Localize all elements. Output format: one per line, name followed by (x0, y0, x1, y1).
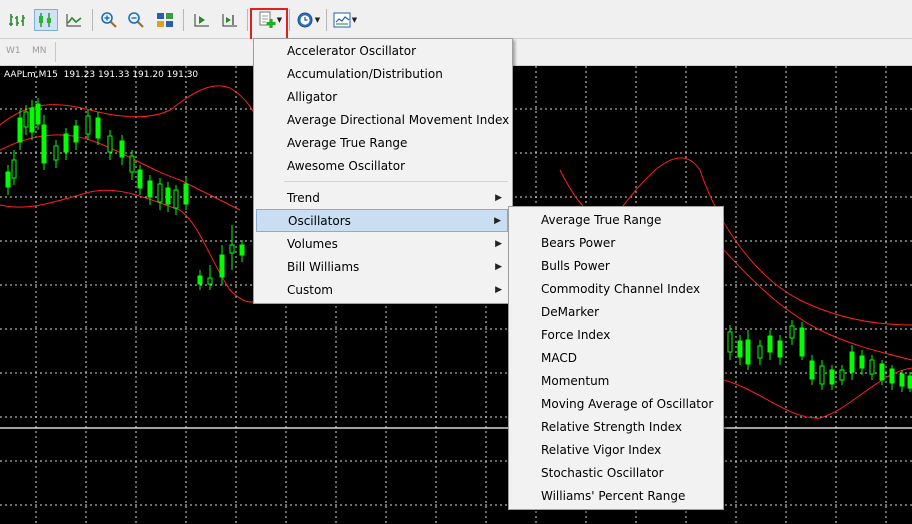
chart-symbol: AAPLm,M15 (4, 70, 58, 80)
candlestick-chart-icon[interactable] (34, 9, 58, 31)
auto-scroll-icon[interactable] (218, 9, 242, 31)
menu-separator (284, 181, 508, 182)
osc-cci[interactable]: Commodity Channel Index (541, 278, 700, 300)
chart-symbol-info: AAPLm,M15 191.23 191.33 191.20 191.30 (4, 70, 198, 80)
timeframe-mn[interactable]: MN (32, 46, 47, 56)
zoom-out-icon[interactable] (124, 9, 148, 31)
submenu-bill-williams[interactable]: Bill Williams ▶ (254, 256, 510, 278)
menu-item-awesome[interactable]: Awesome Oscillator (287, 155, 405, 177)
osc-bears-power[interactable]: Bears Power (541, 232, 615, 254)
templates-icon[interactable]: ▼ (330, 9, 360, 31)
chevron-right-icon: ▶ (494, 216, 501, 226)
submenu-volumes-label: Volumes (287, 237, 338, 251)
submenu-custom-label: Custom (287, 283, 333, 297)
chart-ohlc: 191.23 191.33 191.20 191.30 (63, 70, 199, 80)
submenu-volumes[interactable]: Volumes ▶ (254, 233, 510, 255)
submenu-bill-williams-label: Bill Williams (287, 260, 360, 274)
chevron-right-icon: ▶ (495, 193, 502, 203)
osc-rvi[interactable]: Relative Vigor Index (541, 439, 661, 461)
zoom-in-icon[interactable] (97, 9, 121, 31)
osc-bulls-power[interactable]: Bulls Power (541, 255, 610, 277)
osc-force-index[interactable]: Force Index (541, 324, 610, 346)
chart-shift-icon[interactable] (190, 9, 214, 31)
menu-item-alligator[interactable]: Alligator (287, 86, 337, 108)
bar-chart-icon[interactable] (5, 9, 29, 31)
toolbar: ▼ ▼ ▼ (0, 0, 912, 42)
indicators-icon[interactable]: ▼ (255, 9, 285, 31)
submenu-custom[interactable]: Custom ▶ (254, 279, 510, 301)
osc-rsi[interactable]: Relative Strength Index (541, 416, 682, 438)
osc-momentum[interactable]: Momentum (541, 370, 609, 392)
osc-williams-percent-range[interactable]: Williams' Percent Range (541, 485, 685, 507)
chevron-right-icon: ▶ (495, 262, 502, 272)
osc-stochastic[interactable]: Stochastic Oscillator (541, 462, 664, 484)
submenu-oscillators-label: Oscillators (288, 214, 351, 228)
oscillators-submenu: Average True Range Bears Power Bulls Pow… (508, 206, 724, 510)
chevron-right-icon: ▶ (495, 285, 502, 295)
osc-osma[interactable]: Moving Average of Oscillator (541, 393, 713, 415)
submenu-trend[interactable]: Trend ▶ (254, 187, 510, 209)
tile-windows-icon[interactable] (153, 9, 177, 31)
line-chart-icon[interactable] (62, 9, 86, 31)
indicator-menu: Accelerator Oscillator Accumulation/Dist… (253, 38, 513, 304)
submenu-oscillators[interactable]: Oscillators ▶ (256, 209, 508, 232)
osc-macd[interactable]: MACD (541, 347, 577, 369)
submenu-trend-label: Trend (287, 191, 320, 205)
menu-item-atr[interactable]: Average True Range (287, 132, 407, 154)
osc-average-true-range[interactable]: Average True Range (541, 209, 661, 231)
menu-item-accelerator[interactable]: Accelerator Oscillator (287, 40, 416, 62)
menu-item-admi[interactable]: Average Directional Movement Index (287, 109, 509, 131)
periods-icon[interactable]: ▼ (293, 9, 323, 31)
osc-demarker[interactable]: DeMarker (541, 301, 599, 323)
menu-item-accumulation[interactable]: Accumulation/Distribution (287, 63, 443, 85)
chevron-right-icon: ▶ (495, 239, 502, 249)
timeframe-w1[interactable]: W1 (6, 46, 21, 56)
